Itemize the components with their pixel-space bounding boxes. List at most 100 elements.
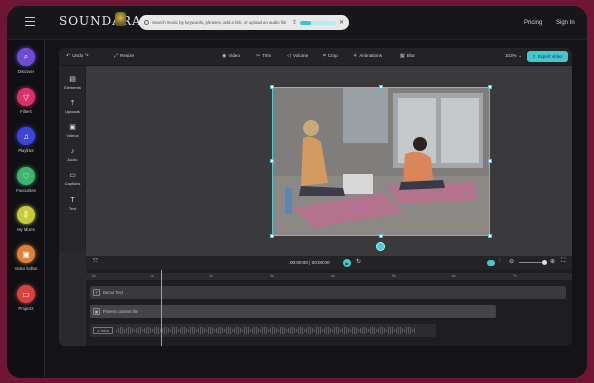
zoom-slider-thumb[interactable] [542, 260, 547, 265]
waveform-bar [392, 327, 393, 334]
fullscreen-icon[interactable]: ⛶ [561, 258, 565, 265]
video-track[interactable]: ▣ Fitness content file [90, 305, 496, 318]
waveform-bar [190, 327, 191, 334]
tick-label: 4s [331, 274, 335, 278]
timeline-ruler[interactable]: 0s 1s 2s 3s 4s 5s 6s 7s [86, 273, 572, 280]
redo-icon[interactable]: ↷ [84, 53, 88, 59]
waveform-bar [264, 326, 265, 335]
waveform-bar [316, 327, 317, 334]
side-tool-captions[interactable]: ▭ Captions [59, 172, 86, 186]
waveform-bar [142, 328, 143, 333]
waveform-bar [242, 329, 243, 332]
side-tool-uploads[interactable]: ⤒ Uploads [59, 100, 86, 114]
waveform-bar [414, 327, 415, 334]
tick-label: 6s [452, 274, 456, 278]
waveform-bar [328, 326, 329, 335]
rotate-handle[interactable] [376, 242, 385, 251]
waveform-icon[interactable]: ⫶ [499, 258, 501, 265]
resize-handle[interactable] [270, 234, 274, 238]
waveform-bar [370, 327, 371, 334]
tool-blur[interactable]: ▦ Blur [400, 53, 415, 59]
export-video-button[interactable]: ⇧ Export Video [527, 51, 568, 62]
close-icon[interactable]: ✕ [339, 19, 344, 26]
waveform-bar [390, 326, 391, 335]
resize-handle[interactable] [488, 85, 492, 89]
video-preview[interactable] [272, 87, 490, 236]
resize-handle[interactable] [488, 234, 492, 238]
waveform-bar [174, 326, 175, 335]
tool-label: Volume [292, 53, 309, 58]
tick-label: 1s [150, 274, 154, 278]
loop-icon[interactable]: ↻ [356, 258, 361, 265]
nav-item-playlists[interactable]: ♫ Playlists [7, 127, 45, 153]
side-tool-label: Videos [66, 133, 79, 138]
elements-icon: ▤ [69, 76, 76, 83]
tool-label: Animations [359, 53, 382, 58]
nav-label: Video Editor [14, 266, 38, 271]
sign-in-link[interactable]: Sign In [556, 20, 575, 26]
waveform-bar [150, 327, 151, 334]
editor-toolbar: ↶ Undo ↷ ⤢ Resize ◉ Video ✂ Trim ◁ Volume ⌗ Cr… [59, 48, 572, 66]
resize-handle[interactable] [270, 85, 274, 89]
waveform-bar [274, 326, 275, 335]
menu-icon[interactable] [25, 17, 35, 26]
waveform-bar [356, 327, 357, 334]
app-logo[interactable]: SOUNDARA [59, 14, 142, 28]
upload-icon[interactable]: ⇪ [292, 19, 297, 26]
waveform-bar [260, 329, 261, 332]
pricing-link[interactable]: Pricing [524, 20, 542, 26]
waveform-bar [196, 328, 197, 333]
waveform-bar [258, 327, 259, 334]
waveform-bar [354, 326, 355, 335]
waveform-bar [182, 326, 183, 335]
waveform-bar [366, 328, 367, 333]
zoom-select[interactable]: 103% ⌄ [505, 53, 524, 59]
waveform-bar [214, 328, 215, 333]
snap-toggle[interactable] [487, 260, 495, 266]
resize-handle[interactable] [488, 159, 492, 163]
search-bar[interactable]: Search music by keywords, phrases, add a… [139, 15, 349, 30]
waveform-bar [236, 326, 237, 335]
nav-item-video-editor[interactable]: ▣ Video Editor [7, 245, 45, 271]
waveform-bar [194, 327, 195, 334]
waveform-bar [192, 326, 193, 335]
zoom-out-icon[interactable]: ⊖ [509, 258, 514, 265]
side-tool-text[interactable]: T Text [59, 197, 86, 211]
side-tool-audio[interactable]: ♪ Audio [59, 148, 86, 162]
resize-handle[interactable] [379, 234, 383, 238]
nav-item-discover[interactable]: ⌕ Discover [7, 48, 45, 74]
side-tool-elements[interactable]: ▤ Elements [59, 76, 86, 90]
nav-item-projects[interactable]: ▭ Projects [7, 285, 45, 311]
waveform-bar [374, 327, 375, 334]
resize-handle[interactable] [270, 159, 274, 163]
nav-item-my-mixes[interactable]: ⫼ My Mixes [7, 206, 45, 232]
playhead[interactable] [161, 270, 162, 346]
side-tool-videos[interactable]: ▣ Videos [59, 124, 86, 138]
split-icon[interactable]: ⤧ [93, 259, 98, 266]
play-button[interactable]: ▶ [343, 259, 351, 267]
waveform-bar [178, 328, 179, 333]
tool-animations[interactable]: ✳ Animations [353, 53, 382, 59]
tool-video[interactable]: ◉ Video [222, 53, 240, 59]
search-input[interactable]: Search music by keywords, phrases, add a… [152, 20, 289, 25]
side-tool-label: Audio [67, 157, 78, 162]
nav-item-favourites[interactable]: ♡ Favourites [7, 167, 45, 193]
tool-volume[interactable]: ◁ Volume [287, 53, 308, 59]
resize-button[interactable]: ⤢ Resize [114, 53, 134, 59]
undo-button[interactable]: ↶ Undo ↷ [66, 53, 91, 59]
waveform-bar [384, 328, 385, 333]
waveform-bar [240, 327, 241, 334]
logo-badge-icon [115, 12, 126, 26]
zoom-in-icon[interactable]: ⊕ [550, 258, 555, 265]
tool-trim[interactable]: ✂ Trim [256, 53, 271, 59]
audio-track[interactable]: ♫ Intro [90, 324, 436, 337]
resize-handle[interactable] [379, 85, 383, 89]
waveform-bar [144, 328, 145, 333]
nav-item-filters[interactable]: ▽ Filters [7, 88, 45, 114]
tool-crop[interactable]: ⌗ Crop [323, 53, 338, 59]
waveform-bar [118, 327, 119, 334]
waveform-bar [300, 326, 301, 335]
audio-track-tag: ♫ Intro [93, 327, 113, 334]
timeline: 0s 1s 2s 3s 4s 5s 6s 7s T Demo Text ▣ Fi… [86, 270, 572, 346]
waveform-bar [132, 327, 133, 334]
